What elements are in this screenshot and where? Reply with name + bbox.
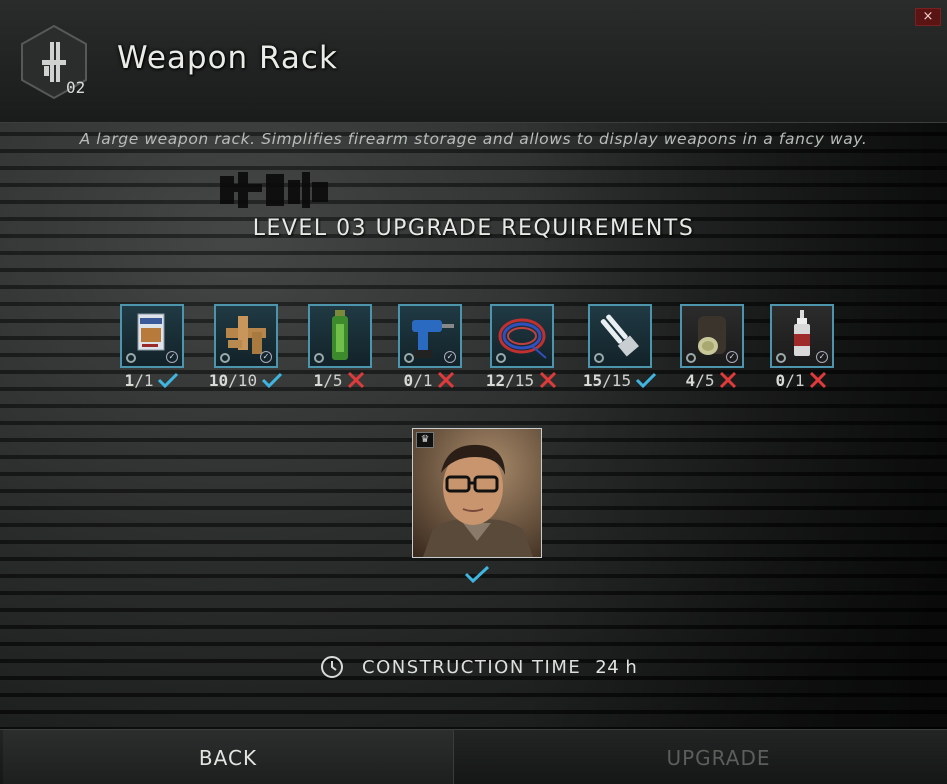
found-in-raid-icon (496, 353, 506, 363)
close-button[interactable]: × (915, 8, 941, 26)
stencil-graffiti-icon (220, 172, 328, 208)
requirement-item-green-bottle[interactable]: 1/5 (308, 304, 372, 390)
construction-time: CONSTRUCTION TIME 24 h (320, 654, 637, 680)
checkmark-small-icon: ✓ (166, 351, 178, 363)
checkmark-small-icon: ✓ (444, 351, 456, 363)
requirement-count: 12/15 (470, 371, 574, 390)
requirement-item-magazine[interactable]: ✓ 1/1 (120, 304, 184, 390)
construction-time-value: 24 h (595, 656, 638, 678)
requirement-item-power-drill[interactable]: ✓ 0/1 (398, 304, 462, 390)
requirement-count: 4/5 (660, 371, 764, 390)
checkmark-small-icon: ✓ (726, 351, 738, 363)
checkmark-icon (262, 372, 283, 388)
requirement-count: 15/15 (568, 371, 672, 390)
need-count: /15 (602, 371, 632, 390)
have-count: 0 (403, 371, 414, 390)
need-count: /5 (323, 371, 343, 390)
requirement-count: 10/10 (194, 371, 298, 390)
module-description: A large weapon rack. Simplifies firearm … (79, 130, 868, 148)
level-badge: 02 (66, 78, 86, 97)
item-slot[interactable]: ✓ (398, 304, 462, 368)
trader-portrait-icon (413, 429, 541, 557)
clock-icon (321, 656, 343, 678)
found-in-raid-icon (314, 353, 324, 363)
have-count: 1 (313, 371, 324, 390)
have-count: 1 (124, 371, 135, 390)
have-count: 15 (582, 371, 603, 390)
need-count: /5 (695, 371, 715, 390)
requirement-count: 1/5 (288, 371, 392, 390)
found-in-raid-icon (776, 353, 786, 363)
need-count: /10 (228, 371, 258, 390)
checkmark-icon (636, 372, 657, 388)
need-count: /1 (134, 371, 154, 390)
requirement-item-light-bulb[interactable]: 15/15 (583, 304, 657, 390)
requirement-count: 1/1 (100, 371, 204, 390)
requirement-item-filter-cylinder[interactable]: ✓ 4/5 (680, 304, 744, 390)
item-slot[interactable]: ✓ (120, 304, 184, 368)
upgrade-requirements-title: LEVEL 03 UPGRADE REQUIREMENTS (252, 216, 695, 241)
item-slot[interactable] (490, 304, 554, 368)
requirement-item-pipe-fittings[interactable]: ✓ 10/10 (209, 304, 283, 390)
need-count: /1 (785, 371, 805, 390)
page-title: Weapon Rack (117, 40, 338, 76)
footer-bar: BACK UPGRADE (0, 729, 947, 784)
requirement-item-wires[interactable]: 12/15 (486, 304, 557, 390)
found-in-raid-icon (220, 353, 230, 363)
crown-icon: ♛ (416, 432, 434, 448)
construction-time-label: CONSTRUCTION TIME (362, 656, 582, 678)
trader-portrait[interactable]: ♛ (412, 428, 542, 558)
item-slot[interactable] (588, 304, 652, 368)
need-count: /15 (505, 371, 535, 390)
requirement-count: 0/1 (378, 371, 482, 390)
cross-icon (540, 371, 557, 389)
have-count: 0 (775, 371, 786, 390)
requirement-item-oil-bottle[interactable]: ✓ 0/1 (770, 304, 834, 390)
have-count: 12 (485, 371, 506, 390)
upgrade-window: 02 Weapon Rack × A large weapon rack. Si… (0, 0, 947, 784)
found-in-raid-icon (594, 353, 604, 363)
checkmark-icon (158, 372, 179, 388)
found-in-raid-icon (686, 353, 696, 363)
cross-icon (720, 371, 737, 389)
have-count: 4 (685, 371, 696, 390)
found-in-raid-icon (404, 353, 414, 363)
checkmark-small-icon: ✓ (816, 351, 828, 363)
found-in-raid-icon (126, 353, 136, 363)
cross-icon (438, 371, 455, 389)
need-count: /1 (413, 371, 433, 390)
item-slot[interactable]: ✓ (770, 304, 834, 368)
item-slot[interactable]: ✓ (680, 304, 744, 368)
item-slot[interactable]: ✓ (214, 304, 278, 368)
item-slot[interactable] (308, 304, 372, 368)
have-count: 10 (208, 371, 229, 390)
back-button[interactable]: BACK (3, 730, 454, 784)
window-header: 02 Weapon Rack × (0, 0, 947, 123)
checkmark-small-icon: ✓ (260, 351, 272, 363)
upgrade-button[interactable]: UPGRADE (490, 730, 947, 784)
cross-icon (810, 371, 827, 389)
trader-checkmark-icon (464, 565, 490, 583)
requirement-count: 0/1 (750, 371, 854, 390)
cross-icon (348, 371, 365, 389)
